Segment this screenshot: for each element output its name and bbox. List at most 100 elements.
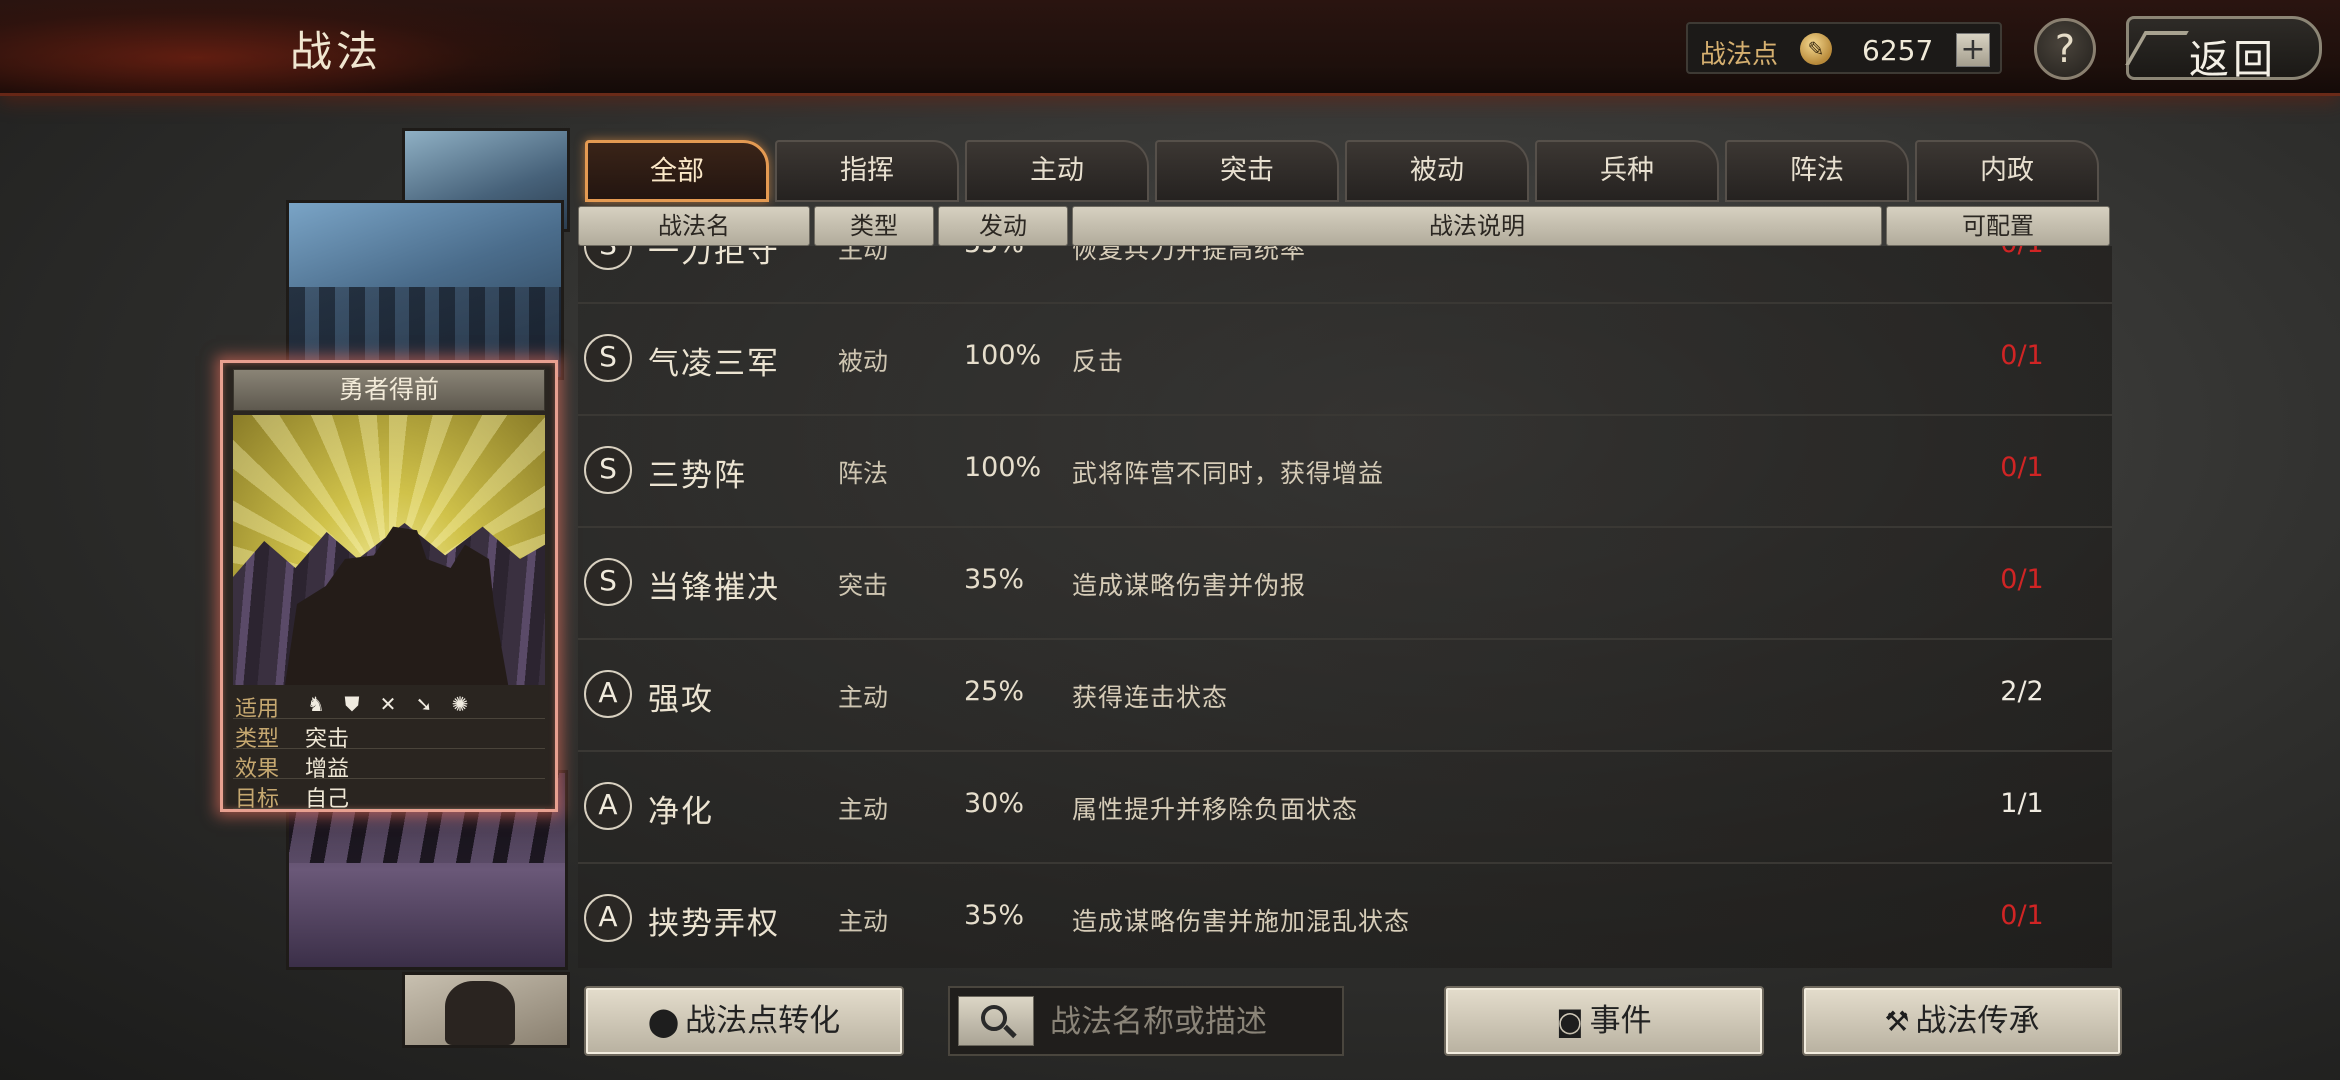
column-header-rate[interactable]: 发动: [938, 206, 1068, 246]
tactic-name: 气凌三军: [648, 346, 780, 382]
cavalry-icon: ♞: [307, 692, 325, 716]
tactic-description: 造成谋略伤害并施加混乱状态: [1072, 907, 1411, 936]
events-label: 事件: [1589, 1003, 1652, 1039]
tactic-description: 获得连击状态: [1072, 683, 1229, 712]
tab-passive[interactable]: 被动: [1345, 140, 1529, 202]
tactic-rate: 35%: [964, 900, 1025, 931]
back-label: 返回: [2189, 37, 2277, 83]
tab-internal-affairs[interactable]: 内政: [1915, 140, 2099, 202]
grade-badge: A: [584, 782, 632, 830]
convert-points-button[interactable]: ⬤ 战法点转化: [584, 986, 904, 1056]
tactic-type: 主动: [838, 907, 889, 936]
tactic-description: 属性提升并移除负面状态: [1072, 795, 1359, 824]
tactic-type: 阵法: [838, 459, 889, 488]
alert-icon: ◙: [1556, 1005, 1584, 1038]
search-input[interactable]: [1050, 1000, 1336, 1044]
table-row[interactable]: S 三势阵 阵法 100% 武将阵营不同时，获得增益 0/1: [578, 416, 2112, 528]
convert-points-label: 战法点转化: [685, 1003, 841, 1039]
grade-badge: S: [584, 446, 632, 494]
tab-assault[interactable]: 突击: [1155, 140, 1339, 202]
tactic-description: 反击: [1072, 347, 1125, 376]
events-button[interactable]: ◙ 事件: [1444, 986, 1764, 1056]
tab-command[interactable]: 指挥: [775, 140, 959, 202]
tactic-rate: 30%: [964, 788, 1025, 819]
shield-icon: ⛊: [344, 692, 360, 716]
prop-row-target: 目标 自己: [233, 779, 545, 812]
back-arrow-icon: [2125, 31, 2189, 65]
fire-icon: ⬤: [647, 1005, 680, 1038]
tactic-description: 恢复兵力并提高统率: [1072, 246, 1307, 264]
tactic-type: 突击: [838, 571, 889, 600]
tactic-list[interactable]: S 一力拒守 主动 55% 恢复兵力并提高统率 0/1 S 气凌三军 被动 10…: [578, 246, 2112, 968]
tactic-configurable: 0/1: [1962, 246, 2082, 259]
tactic-type: 被动: [838, 347, 889, 376]
grade-badge: S: [584, 246, 632, 270]
search-icon[interactable]: [958, 996, 1034, 1046]
tactic-name: 强攻: [648, 682, 714, 718]
column-header-type[interactable]: 类型: [814, 206, 934, 246]
spear-icon: ➘: [415, 692, 433, 716]
prop-row-applicable: 适用 ♞ ⛊ ✕ ➘ ✺: [233, 689, 545, 722]
tactic-description: 武将阵营不同时，获得增益: [1072, 459, 1385, 488]
tactic-name: 当锋摧决: [648, 570, 780, 606]
tactic-rate: 35%: [964, 564, 1025, 595]
tactic-type: 主动: [838, 795, 889, 824]
tactic-type: 主动: [838, 246, 889, 264]
tactic-inherit-label: 战法传承: [1915, 1003, 2040, 1039]
page-title: 战法: [290, 27, 383, 76]
tactic-rate: 25%: [964, 676, 1025, 707]
tab-troop[interactable]: 兵种: [1535, 140, 1719, 202]
table-row[interactable]: A 挟势弄权 主动 35% 造成谋略伤害并施加混乱状态 0/1: [578, 864, 2112, 968]
tactic-type: 主动: [838, 683, 889, 712]
tactic-category-tabs: 全部 指挥 主动 突击 被动 兵种 阵法 内政: [585, 140, 2099, 204]
tactic-configurable: 2/2: [2000, 676, 2044, 707]
tactic-points-value: 6257: [1862, 34, 1934, 67]
tactic-description: 造成谋略伤害并伪报: [1072, 571, 1307, 600]
table-row[interactable]: A 净化 主动 30% 属性提升并移除负面状态 1/1: [578, 752, 2112, 864]
tactic-coin-icon: ✎: [1800, 33, 1832, 65]
wheel-icon: ✺: [451, 692, 469, 716]
tactic-inherit-button[interactable]: ⚒ 战法传承: [1802, 986, 2122, 1056]
tactic-configurable: 0/1: [2000, 900, 2044, 931]
tab-formation[interactable]: 阵法: [1725, 140, 1909, 202]
featured-tactic-card[interactable]: 勇者得前 适用 ♞ ⛊ ✕ ➘ ✺ 类型 突击 效果 增益 目标 自己: [220, 360, 558, 812]
tactic-points-display: 战法点 ✎ 6257 +: [1686, 22, 2002, 74]
grade-badge: A: [584, 670, 632, 718]
tactic-name: 净化: [648, 794, 714, 830]
tactic-card-thumbnail[interactable]: [402, 972, 570, 1048]
tab-all[interactable]: 全部: [585, 140, 769, 202]
top-bar: 战法 战法点 ✎ 6257 + ? 返回: [0, 0, 2340, 96]
table-header: 战法名 类型 发动 战法说明 可配置: [578, 206, 2112, 246]
magnifier-handle: [1003, 1024, 1017, 1039]
bow-icon: ✕: [379, 692, 397, 716]
troop-type-icons: ♞ ⛊ ✕ ➘ ✺: [303, 692, 483, 717]
column-header-configurable[interactable]: 可配置: [1886, 206, 2110, 246]
tactic-configurable: 0/1: [2000, 340, 2044, 371]
tab-active[interactable]: 主动: [965, 140, 1149, 202]
tactic-configurable: 1/1: [2000, 788, 2044, 819]
featured-card-properties: 适用 ♞ ⛊ ✕ ➘ ✺ 类型 突击 效果 增益 目标 自己: [233, 689, 545, 812]
table-row[interactable]: A 强攻 主动 25% 获得连击状态 2/2: [578, 640, 2112, 752]
tactic-points-label: 战法点: [1700, 40, 1779, 70]
prop-row-effect: 效果 增益: [233, 749, 545, 782]
tactic-rate: 100%: [964, 340, 1042, 371]
table-row[interactable]: S 气凌三军 被动 100% 反击 0/1: [578, 304, 2112, 416]
tactic-card-thumbnail[interactable]: [286, 200, 564, 380]
column-header-description: 战法说明: [1072, 206, 1882, 246]
table-row[interactable]: S 一力拒守 主动 55% 恢复兵力并提高统率 0/1: [578, 246, 2112, 304]
grade-badge: A: [584, 894, 632, 942]
help-button[interactable]: ?: [2034, 18, 2096, 80]
add-points-button[interactable]: +: [1956, 33, 1990, 67]
prop-value: 自己: [305, 787, 350, 812]
tactic-configurable: 0/1: [2000, 564, 2044, 595]
tactic-name: 挟势弄权: [648, 906, 780, 942]
tactic-name: 三势阵: [648, 458, 747, 494]
column-header-name[interactable]: 战法名: [578, 206, 810, 246]
prop-row-type: 类型 突击: [233, 719, 545, 752]
prop-label: 目标: [235, 787, 280, 812]
hammer-icon: ⚒: [1884, 1005, 1910, 1038]
tactic-rate: 100%: [964, 452, 1042, 483]
back-button[interactable]: 返回: [2125, 16, 2322, 83]
table-row[interactable]: S 当锋摧决 突击 35% 造成谋略伤害并伪报 0/1: [578, 528, 2112, 640]
grade-badge: S: [584, 334, 632, 382]
